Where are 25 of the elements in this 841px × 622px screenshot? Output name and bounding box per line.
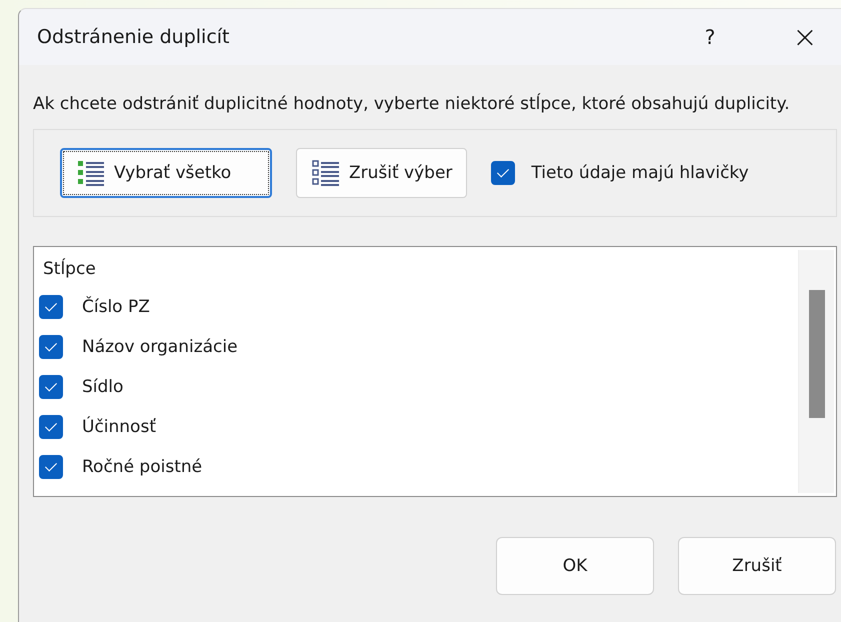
column-label: Sídlo <box>82 377 124 397</box>
checkbox[interactable] <box>39 455 63 479</box>
checkbox[interactable] <box>39 375 63 399</box>
ok-button[interactable]: OK <box>496 537 654 595</box>
scrollbar[interactable] <box>798 250 834 493</box>
close-button[interactable]: × <box>785 20 825 54</box>
checkbox[interactable] <box>39 415 63 439</box>
column-label: Číslo PZ <box>82 297 150 317</box>
checkbox[interactable] <box>491 161 516 185</box>
window-title: Odstránenie duplicít <box>37 26 230 48</box>
column-label: Účinnosť <box>82 417 156 437</box>
help-button[interactable]: ? <box>690 25 730 49</box>
column-label: Ročné poistné <box>82 457 202 477</box>
unselect-all-button[interactable]: Zrušiť výber <box>296 148 468 198</box>
checkbox[interactable] <box>39 335 63 359</box>
description-text: Ak chcete odstrániť duplicitné hodnoty, vyberte niektoré stĺpce, ktoré obsahujú duplicity. <box>33 92 791 116</box>
checkbox-label: Tieto údaje majú hlavičky <box>531 163 749 183</box>
column-label: Názov organizácie <box>82 337 238 357</box>
checklist-icon <box>76 158 106 188</box>
select-all-button[interactable]: Vybrať všetko <box>60 148 272 198</box>
list-header: Stĺpce <box>42 259 97 281</box>
list-icon <box>311 158 341 188</box>
cancel-button[interactable]: Zrušiť <box>678 537 836 595</box>
scrollbar-thumb[interactable] <box>808 290 824 418</box>
checkbox[interactable] <box>39 295 63 319</box>
